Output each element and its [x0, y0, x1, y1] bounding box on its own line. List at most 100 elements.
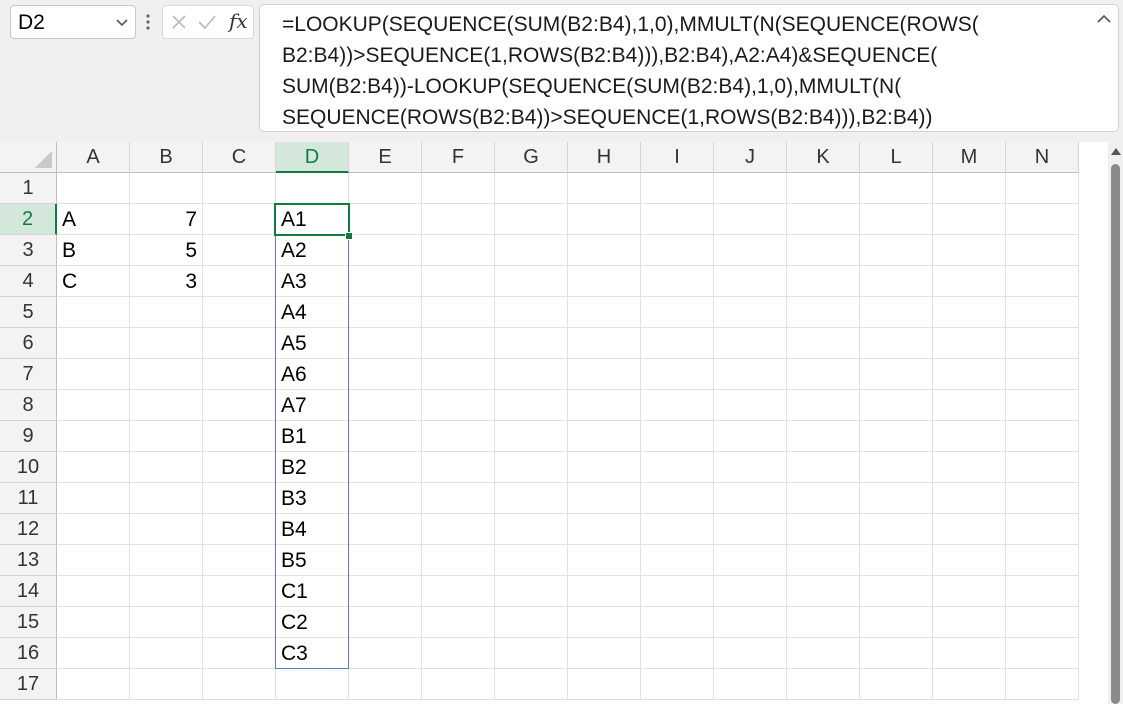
cell-e13[interactable] — [349, 545, 422, 576]
cell-b9[interactable] — [130, 421, 203, 452]
cell-g13[interactable] — [495, 545, 568, 576]
column-header-k[interactable]: K — [787, 142, 860, 173]
cell-a3[interactable]: B — [57, 235, 130, 266]
cell-l2[interactable] — [860, 204, 933, 235]
cell-k15[interactable] — [787, 607, 860, 638]
cell-m4[interactable] — [933, 266, 1006, 297]
cell-j16[interactable] — [714, 638, 787, 669]
cell-e17[interactable] — [349, 669, 422, 700]
cell-l11[interactable] — [860, 483, 933, 514]
cell-e15[interactable] — [349, 607, 422, 638]
cell-i13[interactable] — [641, 545, 714, 576]
cell-d2[interactable]: A1 — [276, 204, 349, 235]
cell-f2[interactable] — [422, 204, 495, 235]
cell-f6[interactable] — [422, 328, 495, 359]
cell-n11[interactable] — [1006, 483, 1079, 514]
cell-j8[interactable] — [714, 390, 787, 421]
column-header-n[interactable]: N — [1006, 142, 1079, 173]
cell-h17[interactable] — [568, 669, 641, 700]
cell-h7[interactable] — [568, 359, 641, 390]
cell-f3[interactable] — [422, 235, 495, 266]
cell-l6[interactable] — [860, 328, 933, 359]
cell-n6[interactable] — [1006, 328, 1079, 359]
cell-l15[interactable] — [860, 607, 933, 638]
cell-f10[interactable] — [422, 452, 495, 483]
cell-d11[interactable]: B3 — [276, 483, 349, 514]
scrollbar-thumb[interactable] — [1111, 164, 1120, 704]
cell-g16[interactable] — [495, 638, 568, 669]
row-header-4[interactable]: 4 — [0, 266, 57, 297]
cell-n4[interactable] — [1006, 266, 1079, 297]
cell-e5[interactable] — [349, 297, 422, 328]
vertical-scrollbar[interactable] — [1108, 142, 1123, 704]
checkmark-icon[interactable] — [197, 13, 217, 31]
cell-j3[interactable] — [714, 235, 787, 266]
cell-i12[interactable] — [641, 514, 714, 545]
cell-g5[interactable] — [495, 297, 568, 328]
cell-d4[interactable]: A3 — [276, 266, 349, 297]
cell-j1[interactable] — [714, 173, 787, 204]
cell-f13[interactable] — [422, 545, 495, 576]
cell-n13[interactable] — [1006, 545, 1079, 576]
column-header-m[interactable]: M — [933, 142, 1006, 173]
cell-g2[interactable] — [495, 204, 568, 235]
cell-a5[interactable] — [57, 297, 130, 328]
cell-j2[interactable] — [714, 204, 787, 235]
row-header-16[interactable]: 16 — [0, 638, 57, 669]
cell-i14[interactable] — [641, 576, 714, 607]
cell-a11[interactable] — [57, 483, 130, 514]
cell-e4[interactable] — [349, 266, 422, 297]
cell-g6[interactable] — [495, 328, 568, 359]
column-header-c[interactable]: C — [203, 142, 276, 173]
cell-c13[interactable] — [203, 545, 276, 576]
cell-b5[interactable] — [130, 297, 203, 328]
cell-n12[interactable] — [1006, 514, 1079, 545]
cell-k14[interactable] — [787, 576, 860, 607]
cell-d1[interactable] — [276, 173, 349, 204]
cell-l1[interactable] — [860, 173, 933, 204]
row-header-12[interactable]: 12 — [0, 514, 57, 545]
cell-b12[interactable] — [130, 514, 203, 545]
cell-k10[interactable] — [787, 452, 860, 483]
cell-d15[interactable]: C2 — [276, 607, 349, 638]
cell-l16[interactable] — [860, 638, 933, 669]
cell-c17[interactable] — [203, 669, 276, 700]
cell-j10[interactable] — [714, 452, 787, 483]
cell-k6[interactable] — [787, 328, 860, 359]
cell-k4[interactable] — [787, 266, 860, 297]
cell-m3[interactable] — [933, 235, 1006, 266]
cell-a13[interactable] — [57, 545, 130, 576]
cell-i6[interactable] — [641, 328, 714, 359]
cell-c4[interactable] — [203, 266, 276, 297]
cell-i7[interactable] — [641, 359, 714, 390]
cell-b17[interactable] — [130, 669, 203, 700]
close-icon[interactable] — [170, 13, 188, 31]
cell-a16[interactable] — [57, 638, 130, 669]
cell-i5[interactable] — [641, 297, 714, 328]
cell-n14[interactable] — [1006, 576, 1079, 607]
cell-c6[interactable] — [203, 328, 276, 359]
scroll-up-icon[interactable] — [1111, 148, 1121, 155]
cell-n10[interactable] — [1006, 452, 1079, 483]
column-header-d[interactable]: D — [276, 142, 349, 173]
cell-i1[interactable] — [641, 173, 714, 204]
cell-l12[interactable] — [860, 514, 933, 545]
cell-h4[interactable] — [568, 266, 641, 297]
column-header-j[interactable]: J — [714, 142, 787, 173]
cell-i3[interactable] — [641, 235, 714, 266]
cell-b8[interactable] — [130, 390, 203, 421]
cell-m10[interactable] — [933, 452, 1006, 483]
row-header-11[interactable]: 11 — [0, 483, 57, 514]
cell-b7[interactable] — [130, 359, 203, 390]
cell-m11[interactable] — [933, 483, 1006, 514]
column-header-l[interactable]: L — [860, 142, 933, 173]
cell-c16[interactable] — [203, 638, 276, 669]
cell-f17[interactable] — [422, 669, 495, 700]
cell-h6[interactable] — [568, 328, 641, 359]
cell-g3[interactable] — [495, 235, 568, 266]
cell-m9[interactable] — [933, 421, 1006, 452]
cell-f11[interactable] — [422, 483, 495, 514]
cell-e6[interactable] — [349, 328, 422, 359]
cell-m12[interactable] — [933, 514, 1006, 545]
cell-n8[interactable] — [1006, 390, 1079, 421]
